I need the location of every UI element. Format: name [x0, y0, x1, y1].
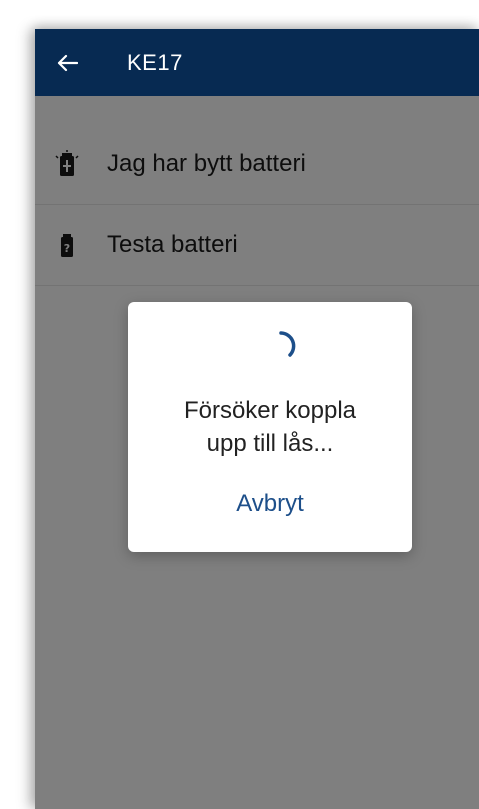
back-button[interactable]: [35, 29, 99, 96]
progress-dialog: Försöker koppla upp till lås... Avbryt: [128, 302, 412, 552]
dialog-message-line: Försöker koppla: [183, 397, 357, 424]
app-window: KE17 Jag har bytt batteri: [35, 29, 479, 809]
dialog-message: Försöker koppla upp till lås...: [148, 394, 392, 460]
arrow-left-icon: [57, 54, 78, 71]
screenshot-frame: KE17 Jag har bytt batteri: [0, 0, 479, 809]
cancel-button[interactable]: Avbryt: [210, 484, 330, 524]
app-bar: KE17: [35, 29, 479, 96]
page-title: KE17: [127, 49, 183, 75]
loading-spinner-icon: [279, 331, 296, 357]
dialog-message-line: upp till lås...: [206, 430, 334, 457]
